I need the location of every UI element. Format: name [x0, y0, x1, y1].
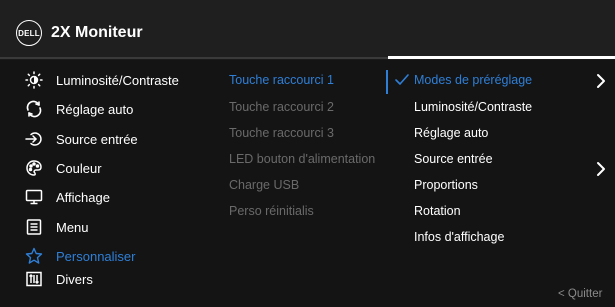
menu-item-label: Menu	[56, 219, 89, 235]
menu-item-auto-adjust[interactable]: Réglage auto	[24, 98, 133, 120]
submenu-item-reset-personalization[interactable]: Perso réinitialis	[229, 201, 314, 221]
menu-item-color[interactable]: Couleur	[24, 157, 102, 179]
selection-bar	[386, 70, 388, 94]
menu-item-label: Couleur	[56, 160, 102, 176]
menu-item-input-source[interactable]: Source entrée	[24, 128, 138, 150]
option-aspect-ratio[interactable]: Proportions	[414, 175, 478, 195]
option-brightness-contrast[interactable]: Luminosité/Contraste	[414, 97, 532, 117]
input-source-icon	[24, 129, 44, 149]
menu-item-label: Luminosité/Contraste	[56, 72, 179, 88]
color-palette-icon	[24, 158, 44, 178]
menu-item-label: Réglage auto	[56, 101, 134, 117]
osd-header: DELL 2X Moniteur	[0, 0, 615, 57]
option-preset-modes[interactable]: Modes de préréglage	[414, 70, 532, 90]
menu-item-label: Source entrée	[56, 131, 138, 147]
chevron-right-icon[interactable]	[595, 73, 607, 89]
menu-item-menu[interactable]: Menu	[24, 216, 89, 238]
display-icon	[24, 187, 44, 207]
page-title: 2X Moniteur	[51, 24, 143, 41]
quit-button[interactable]: < Quitter	[558, 287, 602, 301]
submenu-item-shortcut-key-2[interactable]: Touche raccourci 2	[229, 97, 334, 117]
submenu-item-shortcut-key-3[interactable]: Touche raccourci 3	[229, 123, 334, 143]
menu-item-label: Affichage	[56, 189, 110, 205]
auto-adjust-icon	[24, 99, 44, 119]
submenu-item-power-button-led[interactable]: LED bouton d'alimentation	[229, 149, 375, 169]
checkmark-icon	[395, 74, 409, 85]
menu-item-display[interactable]: Affichage	[24, 186, 110, 208]
brightness-icon	[24, 70, 44, 90]
chevron-right-icon[interactable]	[595, 161, 607, 177]
menu-item-label: Personnaliser	[56, 248, 136, 264]
submenu-item-usb-charging[interactable]: Charge USB	[229, 175, 299, 195]
option-rotation[interactable]: Rotation	[414, 201, 461, 221]
star-icon	[24, 246, 44, 266]
option-input-source[interactable]: Source entrée	[414, 149, 493, 169]
options-column-indicator	[388, 56, 615, 59]
monitor-osd: DELL 2X Moniteur Luminosité/Contraste Ré…	[0, 0, 615, 307]
menu-item-personalize[interactable]: Personnaliser	[24, 245, 136, 267]
menu-item-brightness-contrast[interactable]: Luminosité/Contraste	[24, 69, 179, 91]
others-icon	[24, 269, 44, 289]
menu-icon	[24, 217, 44, 237]
menu-item-others[interactable]: Divers	[24, 268, 93, 290]
option-auto-adjust[interactable]: Réglage auto	[414, 123, 488, 143]
menu-item-label: Divers	[56, 271, 93, 287]
submenu-item-shortcut-key-1[interactable]: Touche raccourci 1	[229, 70, 334, 90]
dell-logo: DELL	[16, 20, 42, 46]
option-display-info[interactable]: Infos d'affichage	[414, 227, 504, 247]
